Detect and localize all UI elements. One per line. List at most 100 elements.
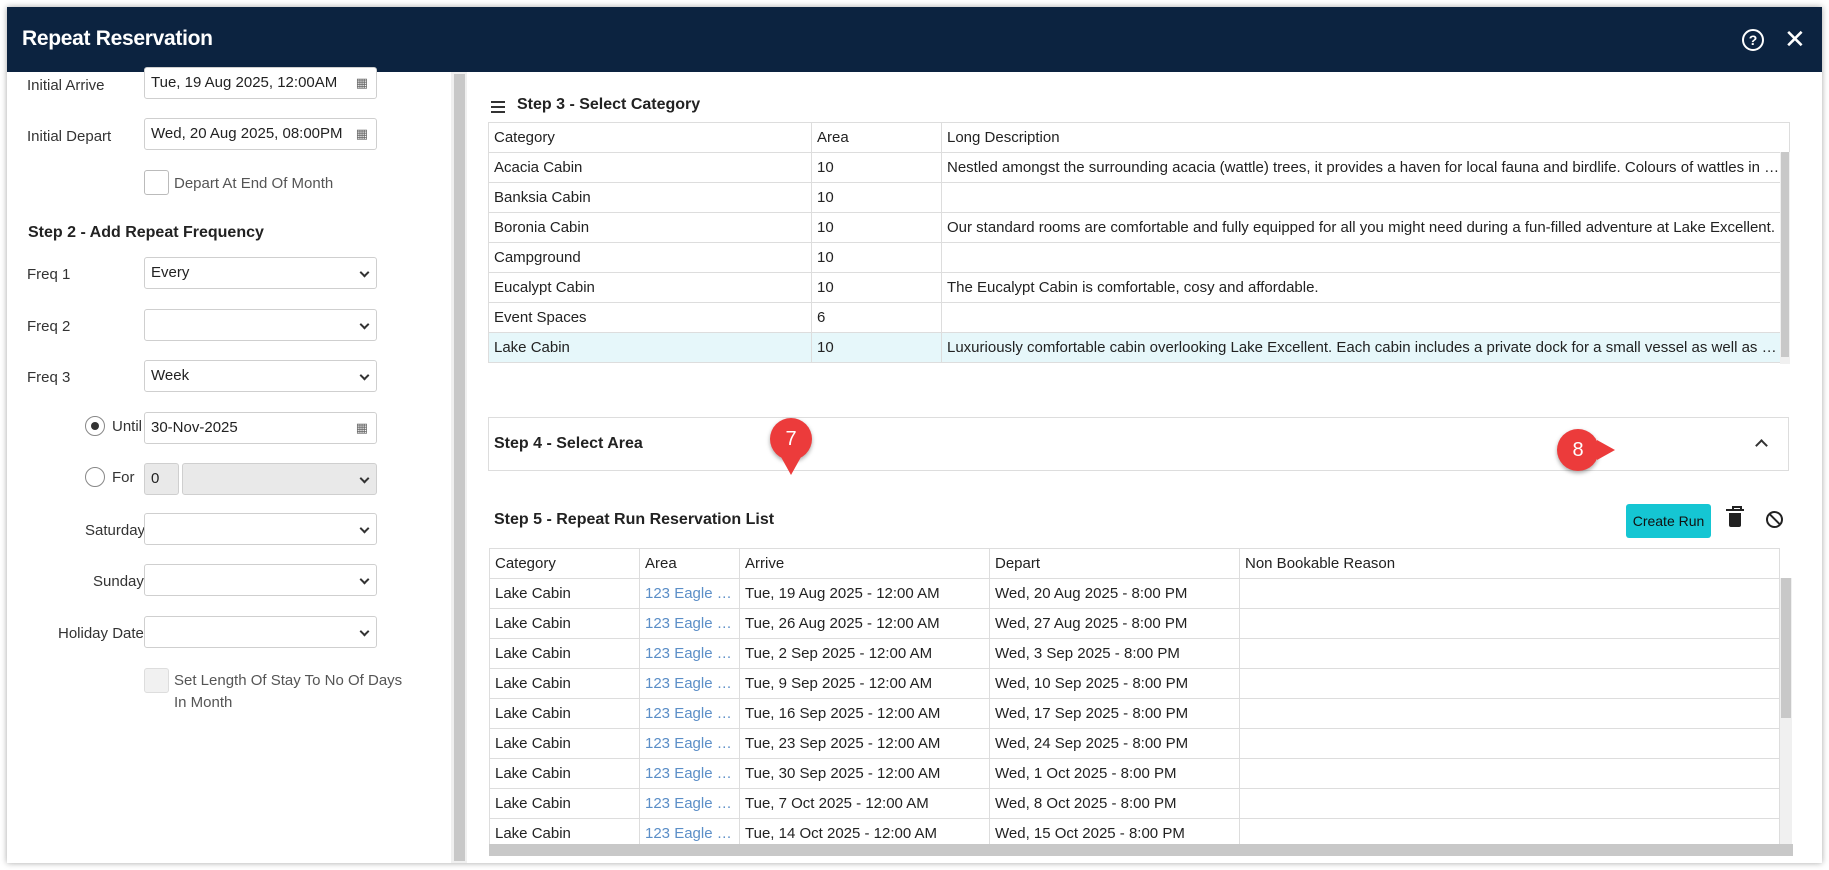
until-date-field[interactable]: 30-Nov-2025 ▦: [144, 412, 377, 444]
callout-7: 7: [770, 418, 812, 460]
depart-cell: Wed, 10 Sep 2025 - 8:00 PM: [989, 668, 1240, 699]
freq2-select[interactable]: [144, 309, 377, 341]
area-cell: 10: [811, 182, 942, 213]
menu-icon[interactable]: [491, 101, 505, 113]
category-row[interactable]: Campground 10: [488, 242, 1790, 273]
category-row[interactable]: Lake Cabin 10 Luxuriously comfortable cabi…: [488, 332, 1790, 363]
run-row[interactable]: Lake Cabin 123 Eagle L... Tue, 30 Sep 2025…: [489, 758, 1780, 789]
category-table-scrollbar[interactable]: [1780, 152, 1790, 364]
callout-8-pointer: [1597, 440, 1615, 460]
run-row[interactable]: Lake Cabin 123 Eagle L... Tue, 9 Sep 2025 …: [489, 668, 1780, 699]
long-description-cell: Our standard rooms are comfortable and f…: [941, 212, 1790, 243]
area-link[interactable]: 123 Eagle L...: [639, 728, 740, 759]
left-scrollbar-thumb[interactable]: [454, 74, 465, 861]
close-icon[interactable]: ✕: [1784, 24, 1806, 54]
for-unit-select[interactable]: [182, 463, 377, 495]
category-row[interactable]: Acacia Cabin 10 Nestled amongst the surrou…: [488, 152, 1790, 183]
calendar-icon[interactable]: ▦: [356, 68, 368, 98]
chevron-up-icon[interactable]: [1755, 439, 1768, 452]
run-table-scrollbar[interactable]: [1780, 578, 1792, 853]
non-bookable-reason-cell: [1239, 758, 1780, 789]
column-header-non-bookable-reason[interactable]: Non Bookable Reason: [1239, 548, 1780, 579]
category-row[interactable]: Boronia Cabin 10 Our standard rooms are co…: [488, 212, 1790, 243]
run-row[interactable]: Lake Cabin 123 Eagle L... Tue, 26 Aug 2025…: [489, 608, 1780, 639]
cancel-icon[interactable]: [1766, 511, 1783, 528]
depart-cell: Wed, 17 Sep 2025 - 8:00 PM: [989, 698, 1240, 729]
step3-heading: Step 3 - Select Category: [517, 96, 701, 113]
set-length-of-stay-checkbox[interactable]: [144, 668, 169, 693]
repeat-reservation-dialog: Repeat Reservation ? ✕ Initial Arrive Tu…: [7, 7, 1822, 863]
arrive-cell: Tue, 26 Aug 2025 - 12:00 AM: [739, 608, 990, 639]
run-scrollbar-thumb[interactable]: [1781, 578, 1791, 718]
initial-arrive-field[interactable]: Tue, 19 Aug 2025, 12:00AM ▦: [144, 67, 377, 99]
run-table-horizontal-scrollbar[interactable]: [489, 844, 1793, 856]
arrive-cell: Tue, 30 Sep 2025 - 12:00 AM: [739, 758, 990, 789]
calendar-icon[interactable]: ▦: [356, 413, 368, 443]
category-cell: Boronia Cabin: [488, 212, 812, 243]
run-row[interactable]: Lake Cabin 123 Eagle L... Tue, 19 Aug 2025…: [489, 578, 1780, 609]
step5-heading: Step 5 - Repeat Run Reservation List: [494, 511, 775, 528]
arrive-cell: Tue, 19 Aug 2025 - 12:00 AM: [739, 578, 990, 609]
column-header-arrive[interactable]: Arrive: [739, 548, 990, 579]
holiday-dates-select[interactable]: [144, 616, 377, 648]
column-header-long-description[interactable]: Long Description: [941, 122, 1790, 153]
area-link[interactable]: 123 Eagle L...: [639, 788, 740, 819]
saturday-label: Saturday: [85, 522, 146, 539]
run-row[interactable]: Lake Cabin 123 Eagle L... Tue, 23 Sep 2025…: [489, 728, 1780, 759]
column-header-area[interactable]: Area: [811, 122, 942, 153]
non-bookable-reason-cell: [1239, 578, 1780, 609]
long-description-cell: [941, 182, 1790, 213]
category-row[interactable]: Banksia Cabin 10: [488, 182, 1790, 213]
freq1-select[interactable]: Every: [144, 257, 377, 289]
category-scrollbar-thumb[interactable]: [1781, 152, 1789, 357]
left-panel-scrollbar[interactable]: [451, 72, 467, 863]
chevron-down-icon: [359, 523, 370, 534]
area-link[interactable]: 123 Eagle L...: [639, 758, 740, 789]
run-row[interactable]: Lake Cabin 123 Eagle L... Tue, 16 Sep 2025…: [489, 698, 1780, 729]
category-row[interactable]: Eucalypt Cabin 10 The Eucalypt Cabin is co…: [488, 272, 1790, 303]
freq1-label: Freq 1: [27, 266, 71, 283]
stage: Repeat Reservation ? ✕ Initial Arrive Tu…: [0, 0, 1829, 870]
create-run-button[interactable]: Create Run: [1626, 504, 1711, 538]
question-icon[interactable]: ?: [1742, 29, 1764, 51]
category-cell: Campground: [488, 242, 812, 273]
chevron-down-icon: [359, 267, 370, 278]
long-description-cell: [941, 302, 1790, 333]
sunday-select[interactable]: [144, 564, 377, 596]
chevron-down-icon: [359, 370, 370, 381]
category-cell: Lake Cabin: [489, 608, 640, 639]
area-link[interactable]: 123 Eagle L...: [639, 578, 740, 609]
area-link[interactable]: 123 Eagle L...: [639, 638, 740, 669]
area-cell: 10: [811, 242, 942, 273]
depart-cell: Wed, 24 Sep 2025 - 8:00 PM: [989, 728, 1240, 759]
dialog-titlebar: Repeat Reservation ? ✕: [7, 7, 1822, 72]
area-link[interactable]: 123 Eagle L...: [639, 668, 740, 699]
column-header-depart[interactable]: Depart: [989, 548, 1240, 579]
column-header-category[interactable]: Category: [488, 122, 812, 153]
category-cell: Lake Cabin: [489, 638, 640, 669]
run-row[interactable]: Lake Cabin 123 Eagle L... Tue, 7 Oct 2025 …: [489, 788, 1780, 819]
freq3-label: Freq 3: [27, 369, 71, 386]
freq2-label: Freq 2: [27, 318, 71, 335]
freq3-select[interactable]: Week: [144, 360, 377, 392]
category-row[interactable]: Event Spaces 6: [488, 302, 1790, 333]
area-link[interactable]: 123 Eagle L...: [639, 698, 740, 729]
initial-depart-field[interactable]: Wed, 20 Aug 2025, 08:00PM ▦: [144, 118, 377, 150]
for-radio[interactable]: [85, 467, 105, 487]
long-description-cell: The Eucalypt Cabin is comfortable, cosy …: [941, 272, 1790, 303]
long-description-cell: Nestled amongst the surrounding acacia (…: [941, 152, 1790, 183]
saturday-select[interactable]: [144, 513, 377, 545]
calendar-icon[interactable]: ▦: [356, 119, 368, 149]
column-header-category[interactable]: Category: [489, 548, 640, 579]
holiday-dates-label: Holiday Dates: [58, 625, 152, 642]
depart-end-of-month-checkbox[interactable]: [144, 170, 169, 195]
until-radio[interactable]: [85, 416, 105, 436]
area-cell: 10: [811, 152, 942, 183]
run-row[interactable]: Lake Cabin 123 Eagle L... Tue, 2 Sep 2025 …: [489, 638, 1780, 669]
area-link[interactable]: 123 Eagle L...: [639, 608, 740, 639]
trash-icon[interactable]: [1726, 506, 1744, 527]
category-cell: Lake Cabin: [489, 758, 640, 789]
for-count-input[interactable]: 0: [144, 463, 179, 495]
category-cell: Lake Cabin: [489, 578, 640, 609]
column-header-area[interactable]: Area: [639, 548, 740, 579]
